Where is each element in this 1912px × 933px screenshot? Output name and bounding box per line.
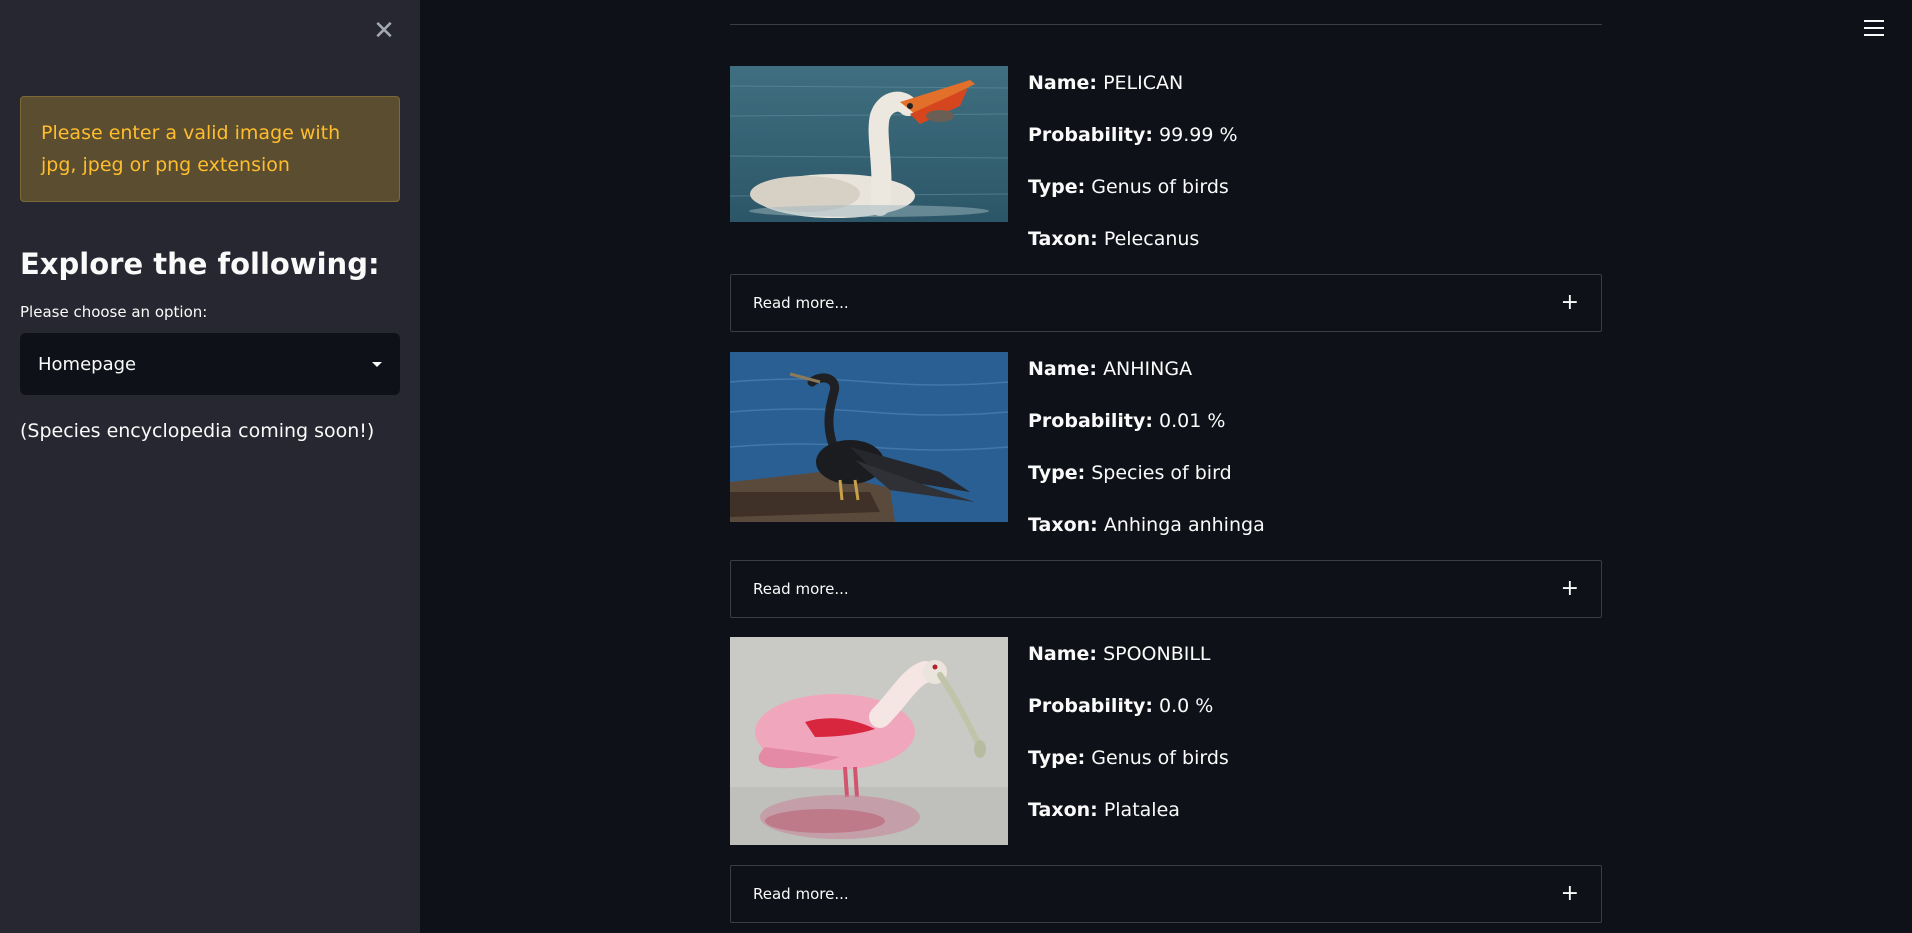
bird-info: Name: PELICAN Probability: 99.99 % Type:…	[1028, 66, 1238, 274]
read-more-label: Read more...	[753, 294, 849, 312]
sidebar-heading: Explore the following:	[20, 247, 380, 281]
hamburger-menu-icon[interactable]	[1864, 20, 1884, 38]
taxon-value: Platalea	[1103, 799, 1180, 821]
select-label: Please choose an option:	[20, 303, 208, 321]
read-more-expander[interactable]: Read more... +	[730, 560, 1602, 618]
taxon-line: Taxon: Pelecanus	[1028, 228, 1200, 250]
caret-down-icon	[372, 361, 382, 367]
name-value: SPOONBILL	[1103, 643, 1211, 665]
read-more-expander[interactable]: Read more... +	[730, 274, 1602, 332]
coming-soon-note: (Species encyclopedia coming soon!)	[20, 420, 375, 442]
warning-text: Please enter a valid image with jpg, jpe…	[41, 122, 341, 176]
type-line: Type: Species of bird	[1028, 462, 1232, 484]
name-line: Name: ANHINGA	[1028, 358, 1193, 380]
pelican-image	[730, 66, 1008, 222]
name-line: Name: SPOONBILL	[1028, 643, 1211, 665]
probability-line: Probability: 0.0 %	[1028, 695, 1214, 717]
probability-value: 0.01 %	[1159, 410, 1226, 432]
plus-icon: +	[1560, 576, 1579, 601]
close-icon[interactable]: ✕	[372, 16, 396, 46]
probability-line: Probability: 0.01 %	[1028, 410, 1226, 432]
app-root: ✕ Please enter a valid image with jpg, j…	[0, 0, 1912, 933]
taxon-line: Taxon: Anhinga anhinga	[1028, 514, 1265, 536]
read-more-label: Read more...	[753, 580, 849, 598]
probability-line: Probability: 99.99 %	[1028, 124, 1238, 146]
type-value: Genus of birds	[1091, 176, 1229, 198]
plus-icon: +	[1560, 290, 1579, 315]
bird-info: Name: ANHINGA Probability: 0.01 % Type: …	[1028, 352, 1265, 560]
type-line: Type: Genus of birds	[1028, 747, 1229, 769]
sidebar: ✕ Please enter a valid image with jpg, j…	[0, 0, 420, 933]
name-value: ANHINGA	[1103, 358, 1193, 380]
divider	[730, 24, 1602, 25]
probability-value: 99.99 %	[1159, 124, 1238, 146]
warning-alert: Please enter a valid image with jpg, jpe…	[20, 96, 400, 202]
anhinga-image	[730, 352, 1008, 522]
select-value: Homepage	[38, 353, 137, 375]
bird-info: Name: SPOONBILL Probability: 0.0 % Type:…	[1028, 637, 1229, 845]
taxon-value: Anhinga anhinga	[1103, 514, 1265, 536]
name-line: Name: PELICAN	[1028, 72, 1184, 94]
taxon-value: Pelecanus	[1103, 228, 1200, 250]
probability-value: 0.0 %	[1159, 695, 1214, 717]
name-value: PELICAN	[1103, 72, 1184, 94]
spoonbill-image	[730, 637, 1008, 845]
taxon-line: Taxon: Platalea	[1028, 799, 1180, 821]
type-value: Species of bird	[1091, 462, 1232, 484]
type-line: Type: Genus of birds	[1028, 176, 1229, 198]
option-select[interactable]: Homepage	[20, 333, 400, 395]
plus-icon: +	[1560, 881, 1579, 906]
type-value: Genus of birds	[1091, 747, 1229, 769]
read-more-expander[interactable]: Read more... +	[730, 865, 1602, 923]
read-more-label: Read more...	[753, 885, 849, 903]
